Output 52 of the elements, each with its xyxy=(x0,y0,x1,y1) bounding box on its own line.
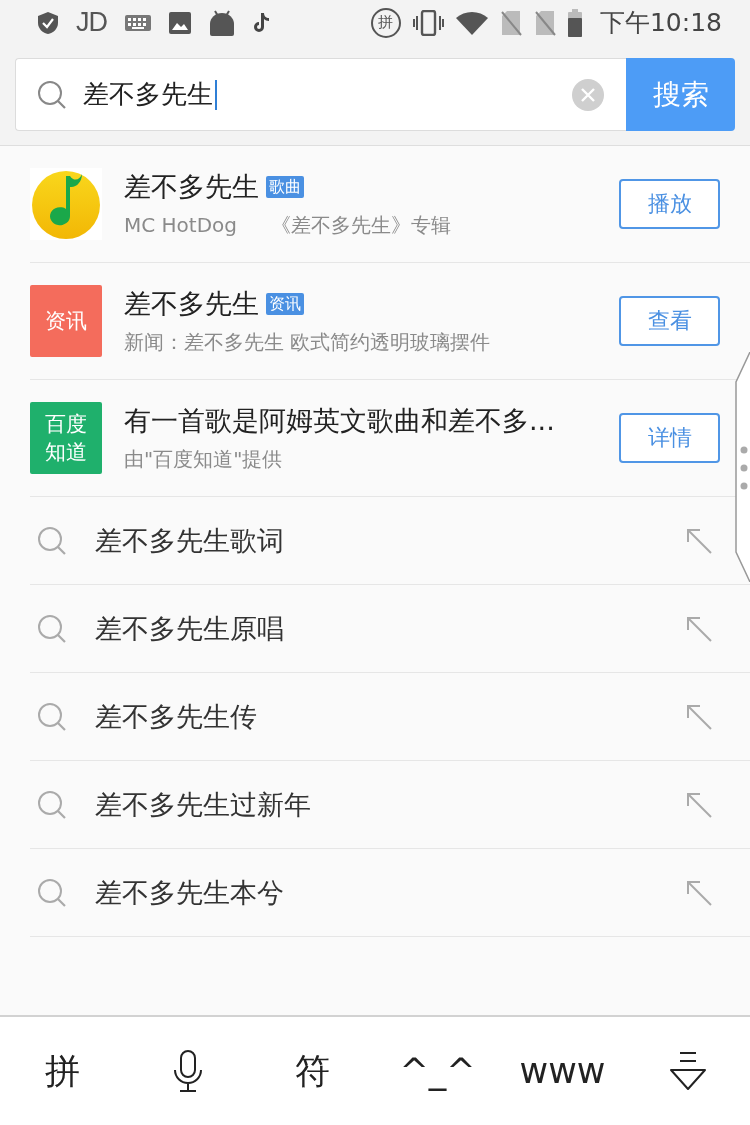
suggestion-item[interactable]: 差不多先生本兮 xyxy=(95,874,284,911)
keyboard-icon xyxy=(125,14,151,31)
result-title: 差不多先生 xyxy=(124,170,259,204)
search-icon xyxy=(37,525,67,556)
arrow-up-left-icon[interactable] xyxy=(686,527,712,554)
result-subtitle: 新闻：差不多先生 欧式简约透明玻璃摆件 xyxy=(124,328,491,355)
search-icon xyxy=(37,701,67,732)
category-tag: 歌曲 xyxy=(266,175,304,199)
vibrate-icon xyxy=(412,9,444,36)
clear-icon[interactable] xyxy=(572,78,604,111)
search-icon xyxy=(37,789,67,820)
wifi-icon xyxy=(455,10,488,35)
news-tile: 资讯 xyxy=(30,285,102,357)
shield-check-icon xyxy=(38,11,58,34)
qa-tile: 百度 知道 xyxy=(30,402,102,474)
input-method-badge: 拼 xyxy=(370,7,401,38)
result-subtitle: 《差不多先生》专辑 xyxy=(271,211,452,238)
suggestion-item[interactable]: 差不多先生歌词 xyxy=(95,522,284,559)
arrow-up-left-icon[interactable] xyxy=(686,615,712,642)
music-note-icon xyxy=(253,13,269,32)
toolbar-key-button[interactable]: 符 xyxy=(295,1050,330,1092)
notification-logo: JD xyxy=(76,9,107,36)
suggestion-item[interactable]: 差不多先生过新年 xyxy=(95,786,311,823)
suggestion-item[interactable]: 差不多先生传 xyxy=(95,698,257,735)
toolbar-key-button[interactable]: 拼 xyxy=(45,1050,80,1092)
search-icon xyxy=(37,613,67,644)
arrow-up-left-icon[interactable] xyxy=(686,703,712,730)
toolbar-key-button[interactable]: ^_^ xyxy=(399,1050,476,1092)
search-icon xyxy=(37,877,67,908)
image-icon xyxy=(169,11,191,34)
side-panel-handle[interactable] xyxy=(734,352,750,582)
no-sim-icon xyxy=(499,9,522,36)
result-title: 差不多先生 xyxy=(124,287,259,321)
no-sim-icon xyxy=(533,9,556,36)
music-note-logo-icon xyxy=(30,168,102,240)
microphone-icon[interactable] xyxy=(172,1050,203,1092)
battery-icon xyxy=(567,8,582,37)
android-icon xyxy=(209,9,235,36)
search-query-text: 差不多先生 xyxy=(83,78,213,111)
arrow-up-left-icon[interactable] xyxy=(686,791,712,818)
suggestion-item[interactable]: 差不多先生原唱 xyxy=(95,610,284,647)
arrow-up-left-icon[interactable] xyxy=(686,879,712,906)
search-field[interactable]: 差不多先生 xyxy=(15,58,626,131)
result-subtitle: MC HotDog xyxy=(124,211,238,238)
category-tag: 资讯 xyxy=(266,292,304,316)
collapse-keyboard-icon[interactable] xyxy=(668,1051,707,1091)
search-icon xyxy=(37,79,67,110)
toolbar-key-button[interactable]: www xyxy=(519,1050,606,1092)
result-subtitle: 由"百度知道"提供 xyxy=(124,445,283,472)
result-title: 有一首歌是阿姆英文歌曲和差不多... xyxy=(124,404,555,438)
text-cursor xyxy=(215,79,217,110)
clock-time: 下午10:18 xyxy=(599,10,722,35)
